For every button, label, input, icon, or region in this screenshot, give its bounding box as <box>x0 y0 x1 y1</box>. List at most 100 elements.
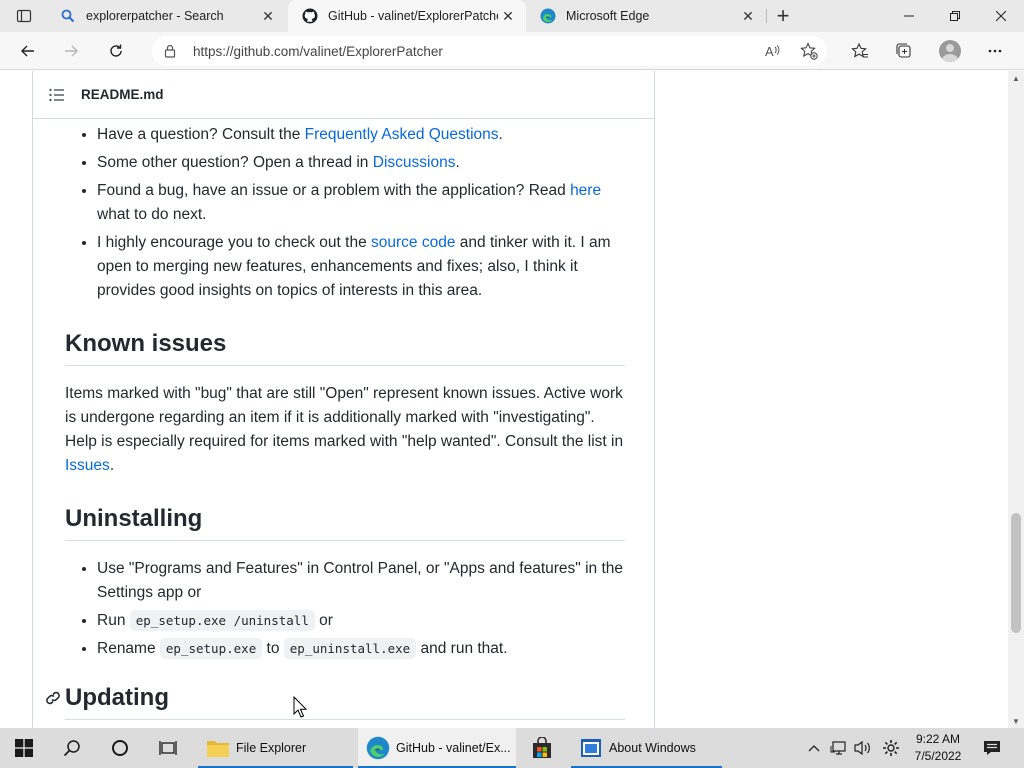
volume-button[interactable] <box>852 728 874 768</box>
tab-github[interactable]: GitHub - valinet/ExplorerPatcher ✕ <box>288 0 526 32</box>
tab-separator <box>766 9 767 23</box>
code-snippet: ep_setup.exe <box>159 638 263 659</box>
minimize-icon <box>904 15 914 17</box>
settings-tray-button[interactable] <box>879 728 903 768</box>
network-icon <box>830 741 846 755</box>
plus-icon: + <box>776 3 790 28</box>
tab-edge[interactable]: Microsoft Edge ✕ <box>526 0 766 32</box>
search-button[interactable] <box>48 728 96 768</box>
heading-updating: Updating <box>46 683 625 720</box>
code-snippet: ep_uninstall.exe <box>283 638 417 659</box>
tab-actions-icon <box>16 9 32 23</box>
forward-arrow-icon <box>65 45 78 57</box>
action-center-button[interactable] <box>978 728 1006 768</box>
readme-filename: README.md <box>81 87 164 102</box>
favorites-icon <box>851 42 868 58</box>
profile-avatar[interactable] <box>939 40 961 62</box>
show-hidden-icons-button[interactable] <box>804 728 824 768</box>
read-aloud-icon[interactable]: A <box>762 41 782 61</box>
discussions-link[interactable]: Discussions <box>373 154 456 171</box>
list-item: Have a question? Consult the Frequently … <box>97 123 625 147</box>
code-snippet: ep_setup.exe /uninstall <box>129 610 315 631</box>
folder-icon <box>206 736 230 760</box>
tab-title: explorerpatcher - Search <box>86 9 224 23</box>
new-tab-button[interactable]: + <box>770 3 796 28</box>
known-issues-paragraph: Items marked with "bug" that are still "… <box>65 385 624 474</box>
list-item: Some other question? Open a thread in Di… <box>97 151 625 175</box>
close-tab-icon[interactable]: ✕ <box>498 6 518 26</box>
edge-icon <box>540 8 556 24</box>
list-item: Found a bug, have an issue or a problem … <box>97 179 625 227</box>
more-icon <box>988 49 1002 53</box>
gear-icon <box>883 740 899 756</box>
favorites-button[interactable] <box>845 36 875 66</box>
link-anchor-icon[interactable] <box>45 690 61 706</box>
list-item: I highly encourage you to check out the … <box>97 231 625 303</box>
taskbar-app-label: GitHub - valinet/Ex... <box>396 741 511 755</box>
notification-icon <box>984 741 1000 755</box>
svg-text:A: A <box>765 44 774 59</box>
uninstall-list: Use "Programs and Features" in Control P… <box>65 557 625 661</box>
scrollbar-thumb[interactable] <box>1011 513 1021 633</box>
windows-taskbar: File Explorer GitHub - valinet/Ex... Abo… <box>0 728 1024 768</box>
minimize-button[interactable] <box>886 0 932 32</box>
list-item: Use "Programs and Features" in Control P… <box>97 557 625 605</box>
tab-strip: explorerpatcher - Search ✕ GitHub - vali… <box>0 0 1024 32</box>
close-tab-icon[interactable]: ✕ <box>738 6 758 26</box>
back-button[interactable] <box>13 36 43 66</box>
taskbar-app-edge[interactable]: GitHub - valinet/Ex... <box>358 728 516 768</box>
refresh-icon <box>110 44 122 57</box>
faq-link[interactable]: Frequently Asked Questions <box>305 126 499 143</box>
restore-button[interactable] <box>932 0 978 32</box>
lock-icon[interactable] <box>162 43 178 59</box>
chevron-up-icon <box>808 745 820 752</box>
browser-toolbar: https://github.com/valinet/ExplorerPatch… <box>0 32 1024 70</box>
mouse-cursor-icon <box>293 696 307 718</box>
system-clock[interactable]: 9:22 AM 7/5/2022 <box>906 731 970 765</box>
add-favorite-icon[interactable] <box>799 41 819 61</box>
heading-uninstalling: Uninstalling <box>65 504 625 541</box>
tab-actions-button[interactable] <box>8 4 40 28</box>
cortana-circle-icon <box>112 740 128 756</box>
settings-more-button[interactable] <box>980 36 1010 66</box>
start-button[interactable] <box>0 728 48 768</box>
tab-search[interactable]: explorerpatcher - Search ✕ <box>46 0 286 32</box>
issues-link[interactable]: Issues <box>65 457 110 474</box>
source-code-link[interactable]: source code <box>371 234 455 251</box>
here-link[interactable]: here <box>570 182 601 199</box>
network-button[interactable] <box>828 728 850 768</box>
taskbar-app-about-windows[interactable]: About Windows <box>571 728 722 768</box>
collections-button[interactable] <box>889 36 919 66</box>
back-arrow-icon <box>21 45 34 57</box>
page-scrollbar[interactable]: ▲ ▼ <box>1008 71 1024 728</box>
outline-list-icon[interactable] <box>49 88 65 102</box>
github-icon <box>302 8 318 24</box>
list-item: Rename ep_setup.exe to ep_uninstall.exe … <box>97 637 625 661</box>
close-window-button[interactable] <box>978 0 1024 32</box>
close-tab-icon[interactable]: ✕ <box>258 6 278 26</box>
search-icon <box>63 740 80 757</box>
clock-date: 7/5/2022 <box>914 749 962 763</box>
heading-text: Updating <box>65 684 169 711</box>
winver-icon <box>579 736 603 760</box>
page-viewport: README.md Have a question? Consult the F… <box>0 71 1008 728</box>
readme-markdown: Have a question? Consult the Frequently … <box>46 123 625 728</box>
tab-title: Microsoft Edge <box>566 9 650 23</box>
address-bar[interactable]: https://github.com/valinet/ExplorerPatch… <box>152 36 827 66</box>
scroll-down-arrow-icon[interactable]: ▼ <box>1008 714 1024 728</box>
forward-button[interactable] <box>56 36 86 66</box>
url-text[interactable]: https://github.com/valinet/ExplorerPatch… <box>193 44 443 59</box>
taskbar-app-file-explorer[interactable]: File Explorer <box>198 728 353 768</box>
taskbar-app-store[interactable] <box>518 728 566 768</box>
task-view-button[interactable] <box>144 728 192 768</box>
tab-title: GitHub - valinet/ExplorerPatcher <box>328 9 498 23</box>
scroll-up-arrow-icon[interactable]: ▲ <box>1008 71 1024 85</box>
help-list: Have a question? Consult the Frequently … <box>65 123 625 303</box>
store-icon <box>530 736 554 760</box>
search-icon <box>60 8 76 24</box>
restore-icon <box>950 11 960 21</box>
windows-logo-icon <box>15 739 33 757</box>
taskbar-app-label: File Explorer <box>236 741 307 755</box>
cortana-button[interactable] <box>96 728 144 768</box>
refresh-button[interactable] <box>101 36 131 66</box>
